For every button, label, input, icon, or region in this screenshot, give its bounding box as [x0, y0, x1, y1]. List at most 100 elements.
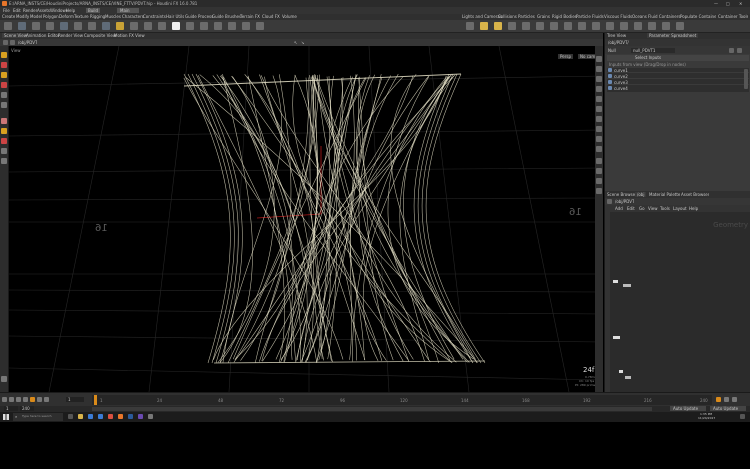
param-scrollbar[interactable]	[744, 69, 748, 89]
shelf-tab-oceans[interactable]: Oceans	[632, 14, 647, 19]
desktop-menu[interactable]: Main	[117, 8, 139, 13]
param-row[interactable]: curve3	[607, 80, 749, 85]
ghost-icon[interactable]	[596, 96, 602, 102]
shelf-tab-deform[interactable]: Deform	[59, 14, 74, 19]
app-icon[interactable]	[148, 414, 153, 419]
visualizer-icon[interactable]	[596, 188, 602, 194]
shelf-tab-rigid-bodies[interactable]: Rigid Bodies	[552, 14, 577, 19]
tab-scene-view[interactable]: Scene View	[2, 33, 29, 38]
file-explorer-icon[interactable]	[78, 414, 83, 419]
metaball-tool-icon[interactable]	[214, 22, 222, 30]
shaded-icon[interactable]	[596, 76, 602, 82]
obj-path[interactable]: /obj/PDVT	[18, 40, 37, 45]
normals-icon[interactable]	[596, 116, 602, 122]
tab-motion-fx-view[interactable]: Motion FX View	[114, 33, 145, 38]
circle-tool-icon[interactable]	[102, 22, 110, 30]
gear-icon[interactable]	[729, 48, 734, 53]
render-icon[interactable]	[596, 168, 602, 174]
network-menu-view[interactable]: View	[648, 206, 658, 211]
network-menu-tools[interactable]: Tools	[660, 206, 670, 211]
snapshot-icon[interactable]	[596, 146, 602, 152]
snap-tool-icon[interactable]	[1, 128, 7, 134]
ambient-light-tool-icon[interactable]	[634, 22, 642, 30]
scale-tool-icon[interactable]	[1, 82, 7, 88]
pose-icon[interactable]: ↘	[301, 40, 304, 45]
viewport[interactable]: 16 16 View Persp No cam 24fps 0.78ms Ch:…	[9, 46, 603, 392]
range-start[interactable]: 1	[4, 406, 18, 411]
menu-assets[interactable]: Assets	[37, 8, 50, 13]
shelf-tab-texture[interactable]: Texture	[74, 14, 89, 19]
menu-file[interactable]: File	[3, 8, 10, 13]
shelf-tab-guide-process[interactable]: Guide Process	[185, 14, 213, 19]
line-tool-icon[interactable]	[88, 22, 96, 30]
range-slider[interactable]	[92, 407, 652, 411]
network-menu-help[interactable]: Help	[689, 206, 698, 211]
store-icon[interactable]	[98, 414, 103, 419]
shelf-tab-collisions[interactable]: Collisions	[498, 14, 517, 19]
grid-tool-icon[interactable]	[60, 22, 68, 30]
helix-tool-icon[interactable]	[256, 22, 264, 30]
path-tool-icon[interactable]	[144, 22, 152, 30]
shelf-tab-terrain-fx[interactable]: Terrain FX	[240, 14, 260, 19]
spiral-tool-icon[interactable]	[242, 22, 250, 30]
time-slider-handle[interactable]	[94, 395, 97, 405]
point-light-tool-icon[interactable]	[480, 22, 488, 30]
shelf-tab-container-tools[interactable]: Container Tools	[718, 14, 748, 19]
play-reverse-icon[interactable]	[16, 397, 21, 402]
shelf-tab-hair-utils[interactable]: Hair Utils	[166, 14, 184, 19]
network-node[interactable]	[625, 376, 631, 379]
render-region-icon[interactable]	[1, 148, 7, 154]
draw-curve-tool-icon[interactable]	[130, 22, 138, 30]
tab-scene-browser[interactable]: Scene Browser	[607, 192, 637, 197]
edge-browser-icon[interactable]	[88, 414, 93, 419]
stereo-camera-tool-icon[interactable]	[648, 22, 656, 30]
tab-composite-view[interactable]: Composite View	[84, 33, 116, 38]
grid-toggle-icon[interactable]	[596, 126, 602, 132]
tab-tree-view[interactable]: Tree View	[607, 33, 626, 38]
param-row[interactable]: curve4	[607, 86, 749, 91]
font-tool-icon[interactable]	[172, 22, 180, 30]
camera-menu[interactable]: Persp	[558, 54, 573, 59]
magnet-tool-icon[interactable]	[1, 138, 7, 144]
param-row[interactable]: curve1	[607, 68, 749, 73]
pin-tool-icon[interactable]	[1, 376, 7, 382]
tab-animation-editor[interactable]: Animation Editor	[26, 33, 60, 38]
search-box[interactable]: ⌕ Type here to search	[13, 413, 63, 421]
selection-icon[interactable]	[596, 178, 602, 184]
shelf-tab-volume[interactable]: Volume	[282, 14, 297, 19]
portal-light-tool-icon[interactable]	[620, 22, 628, 30]
build-menu[interactable]: Build	[86, 8, 101, 13]
houdini-taskbar-icon[interactable]	[118, 414, 123, 419]
flipbook-icon[interactable]	[596, 158, 602, 164]
maximize-button[interactable]: □	[726, 1, 730, 6]
network-menu-go[interactable]: Go	[639, 206, 645, 211]
select-tool-icon[interactable]	[1, 52, 7, 58]
notification-icon[interactable]	[740, 414, 745, 419]
null-tool-icon[interactable]	[74, 22, 82, 30]
timeline-track[interactable]: 1 24 48 72 96 120 144 168 192 216 240	[92, 395, 712, 405]
brush-tool-icon[interactable]	[1, 158, 7, 164]
realtime-toggle-icon[interactable]	[724, 397, 729, 402]
auto-update-menu[interactable]: Auto Update	[710, 406, 746, 411]
tab-material-palette[interactable]: Material Palette	[649, 192, 680, 197]
shelf-tab-constraints[interactable]: Constraints	[143, 14, 166, 19]
sky-light-tool-icon[interactable]	[578, 22, 586, 30]
network-node[interactable]	[619, 370, 623, 373]
spray-paint-tool-icon[interactable]	[158, 22, 166, 30]
param-section-label[interactable]: Select Inputs	[635, 55, 661, 60]
keyframe-icon[interactable]	[716, 397, 721, 402]
param-node-name[interactable]: null_PDVT1	[631, 48, 675, 53]
box-tool-icon[interactable]	[4, 22, 12, 30]
windows-icon[interactable]	[3, 414, 9, 420]
menu-help[interactable]: Help	[66, 8, 75, 13]
pin-icon[interactable]: ↖	[294, 40, 297, 45]
spot-light-tool-icon[interactable]	[494, 22, 502, 30]
shelf-tab-create[interactable]: Create	[2, 14, 15, 19]
menu-render[interactable]: Render	[23, 8, 37, 13]
shelf-tab-polygon[interactable]: Polygon	[43, 14, 59, 19]
distant-light-tool-icon[interactable]	[550, 22, 558, 30]
shelf-tab-model[interactable]: Model	[30, 14, 42, 19]
wireframe-icon[interactable]	[596, 66, 602, 72]
shelf-tab-grains[interactable]: Grains	[537, 14, 550, 19]
view-tool-icon[interactable]	[1, 118, 7, 124]
